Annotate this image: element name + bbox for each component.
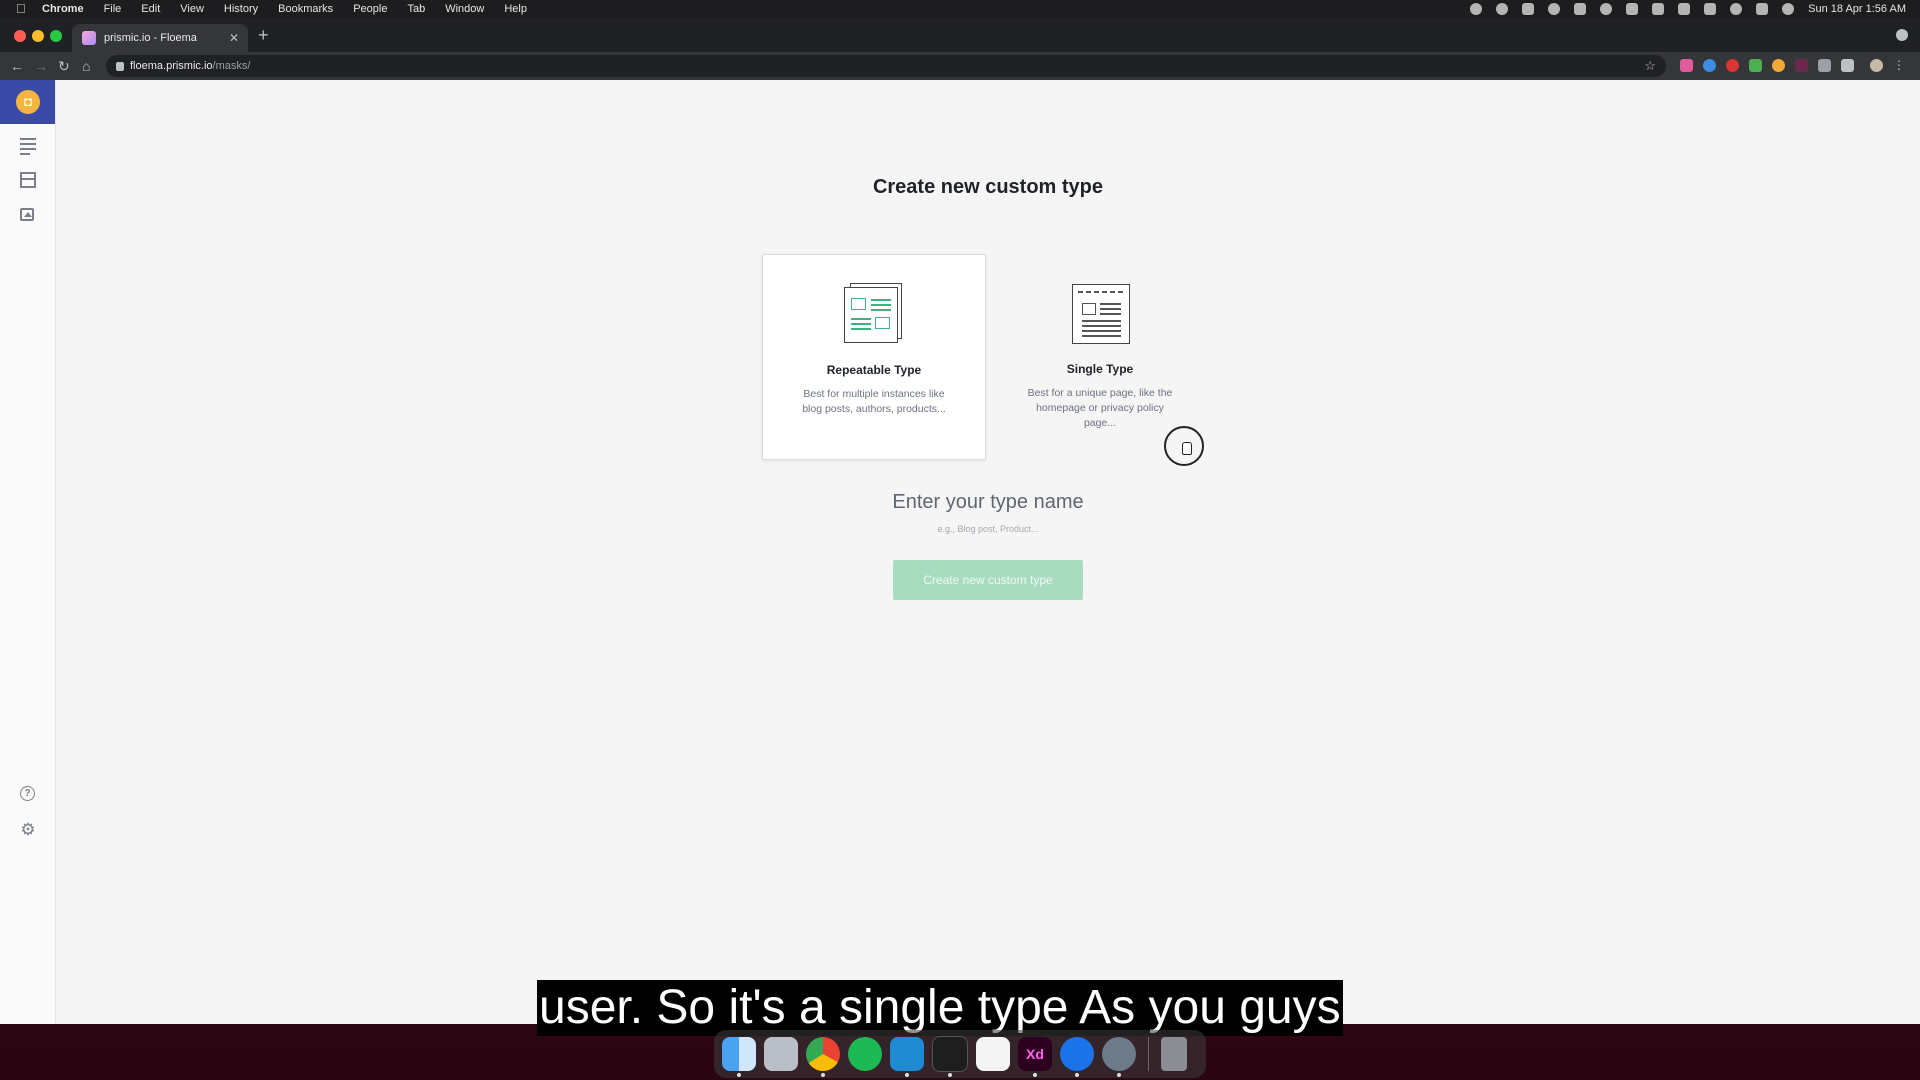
- repeatable-type-name: Repeatable Type: [826, 363, 922, 377]
- account-sync-icon[interactable]: [1896, 29, 1908, 41]
- quicktime-icon[interactable]: [1102, 1037, 1136, 1077]
- slack-icon[interactable]: [976, 1037, 1010, 1071]
- menu-help[interactable]: Help: [504, 3, 527, 15]
- browser-toolbar: ← → ↻ ⌂ floema.prismic.io/masks/ ☆ ⋮: [0, 52, 1920, 80]
- profile-avatar[interactable]: [1870, 59, 1883, 72]
- single-type-description: Best for a unique page, like the homepag…: [1027, 387, 1173, 429]
- prismic-sidebar: ◘ ? ⚙: [0, 80, 56, 1024]
- tab-bar: prismic.io - Floema ✕ +: [0, 18, 1920, 52]
- menu-view[interactable]: View: [180, 3, 204, 15]
- reload-icon[interactable]: ↻: [58, 58, 70, 74]
- launchpad-icon[interactable]: [764, 1037, 798, 1071]
- page-title: Create new custom type: [872, 176, 1104, 198]
- minimize-window-button[interactable]: [32, 30, 44, 42]
- zoom-window-button[interactable]: [50, 30, 62, 42]
- single-type-name: Single Type: [1066, 362, 1134, 376]
- trash-icon[interactable]: [1161, 1037, 1187, 1071]
- repository-logo-icon[interactable]: ◘: [16, 90, 40, 114]
- cloud-icon[interactable]: [1522, 3, 1535, 15]
- battery-icon[interactable]: [1652, 3, 1665, 15]
- browser-menu-icon[interactable]: ⋮: [1893, 59, 1905, 72]
- chrome-icon[interactable]: [806, 1037, 840, 1077]
- extension-icon[interactable]: [1795, 59, 1808, 72]
- upload-icon[interactable]: [1574, 3, 1587, 15]
- maps-pin-icon[interactable]: [1060, 1037, 1094, 1077]
- macos-menu-bar:  Chrome File Edit View History Bookmark…: [0, 0, 1920, 18]
- shield-icon[interactable]: [1818, 59, 1831, 72]
- record-icon[interactable]: [1470, 3, 1483, 15]
- play-icon[interactable]: [1600, 3, 1613, 15]
- prismic-favicon-icon: [82, 31, 96, 45]
- extension-icon[interactable]: [1726, 59, 1739, 72]
- menu-app-name[interactable]: Chrome: [42, 3, 84, 15]
- terminal-icon[interactable]: [932, 1036, 968, 1077]
- custom-types-icon[interactable]: [20, 172, 36, 188]
- siri-icon[interactable]: [1782, 3, 1795, 15]
- battery-app-icon[interactable]: [1626, 3, 1639, 15]
- menu-bookmarks[interactable]: Bookmarks: [278, 3, 333, 15]
- video-subtitle: user. So it's a single type As you guys: [537, 980, 1343, 1036]
- type-name-input[interactable]: Enter your type name: [56, 491, 1920, 514]
- menu-window[interactable]: Window: [445, 3, 484, 15]
- url-path: /masks/: [212, 60, 251, 72]
- bookmark-star-icon[interactable]: ☆: [1644, 58, 1656, 74]
- menu-history[interactable]: History: [224, 3, 258, 15]
- single-type-icon: [1070, 282, 1130, 344]
- bluetooth-icon[interactable]: [1678, 3, 1691, 15]
- extension-icon[interactable]: [1749, 59, 1762, 72]
- puzzle-icon[interactable]: [1841, 59, 1854, 72]
- extensions-row: ⋮: [1680, 59, 1905, 72]
- pointer-hand-cursor: [1182, 442, 1192, 455]
- menu-clock[interactable]: Sun 18 Apr 1:56 AM: [1808, 3, 1906, 15]
- extension-icon[interactable]: [1703, 59, 1716, 72]
- finder-icon[interactable]: [722, 1037, 756, 1077]
- wifi-off-icon[interactable]: [1704, 3, 1717, 15]
- apple-menu-icon[interactable]: : [16, 2, 30, 16]
- extension-icon[interactable]: [1680, 59, 1693, 72]
- create-custom-type-button[interactable]: Create new custom type: [893, 560, 1083, 600]
- status-bar: Sun 18 Apr 1:56 AM: [1470, 0, 1906, 18]
- macos-dock: Xd: [714, 1030, 1206, 1078]
- back-icon[interactable]: ←: [10, 58, 24, 74]
- spotlight-icon[interactable]: [1730, 3, 1743, 15]
- menu-edit[interactable]: Edit: [141, 3, 160, 15]
- new-tab-icon[interactable]: +: [258, 26, 269, 44]
- menu-tab[interactable]: Tab: [407, 3, 425, 15]
- extension-icon[interactable]: [1772, 59, 1785, 72]
- menu-file[interactable]: File: [104, 3, 122, 15]
- dock-separator: [1148, 1037, 1149, 1071]
- tab-title: prismic.io - Floema: [104, 32, 197, 44]
- menu-people[interactable]: People: [353, 3, 387, 15]
- url-host: floema.prismic.io: [130, 60, 213, 72]
- media-icon[interactable]: [20, 208, 34, 221]
- main-content: Create new custom type Repeatable Type B…: [56, 80, 1920, 1024]
- browser-tab[interactable]: prismic.io - Floema ✕: [72, 24, 248, 52]
- type-name-hint: e.g., Blog post, Product...: [937, 524, 1039, 534]
- settings-icon[interactable]: ⚙: [20, 821, 36, 838]
- close-window-button[interactable]: [14, 30, 26, 42]
- forward-icon[interactable]: →: [34, 58, 48, 74]
- control-center-icon[interactable]: [1756, 3, 1769, 15]
- documents-icon[interactable]: [20, 138, 36, 155]
- repeatable-type-icon: [844, 283, 904, 345]
- creative-cloud-icon[interactable]: [1496, 3, 1509, 15]
- help-icon[interactable]: ?: [20, 786, 35, 801]
- home-icon[interactable]: ⌂: [82, 58, 90, 74]
- adobe-xd-icon[interactable]: Xd: [1018, 1037, 1052, 1077]
- lock-icon: [116, 61, 124, 71]
- password-manager-icon[interactable]: [1548, 3, 1561, 15]
- repeatable-type-card[interactable]: Repeatable Type Best for multiple instan…: [762, 254, 986, 460]
- repository-logo-area[interactable]: ◘: [0, 80, 55, 124]
- browser-window: prismic.io - Floema ✕ + ← → ↻ ⌂ floema.p…: [0, 18, 1920, 1024]
- tab-close-icon[interactable]: ✕: [226, 31, 242, 45]
- repeatable-type-description: Best for multiple instances like blog po…: [802, 388, 946, 415]
- vscode-icon[interactable]: [890, 1037, 924, 1077]
- spotify-icon[interactable]: [848, 1037, 882, 1071]
- address-bar[interactable]: floema.prismic.io/masks/ ☆: [106, 55, 1666, 77]
